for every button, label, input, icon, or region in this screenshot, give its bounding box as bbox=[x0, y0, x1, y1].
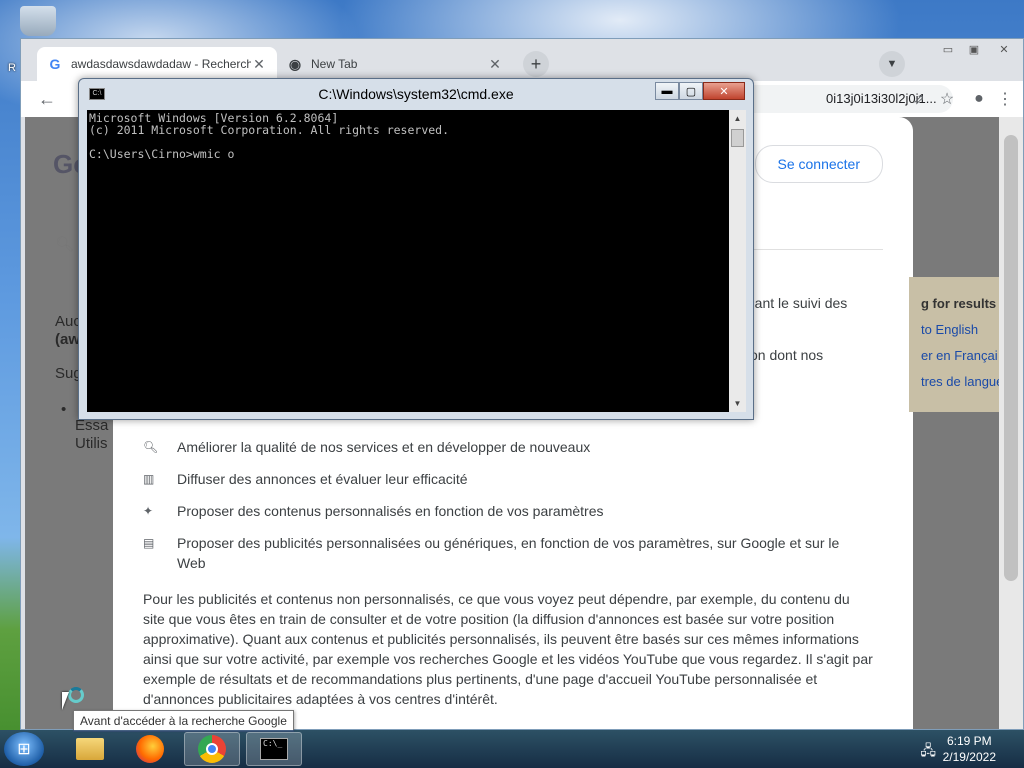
menu-kebab-icon[interactable]: ⋮ bbox=[993, 87, 1017, 111]
cmd-title: C:\Windows\system32\cmd.exe bbox=[318, 86, 514, 102]
share-icon[interactable]: ⇗ bbox=[907, 87, 931, 111]
tab-search-chevron-icon[interactable]: ▼ bbox=[879, 51, 905, 77]
clock-time: 6:19 PM bbox=[946, 734, 992, 748]
cmd-maximize-button[interactable]: ▢ bbox=[679, 82, 703, 100]
side-panel-link[interactable]: to English bbox=[909, 317, 999, 343]
clock-date: 2/19/2022 bbox=[942, 750, 996, 764]
page-scrollbar[interactable] bbox=[999, 117, 1023, 729]
tab-new-tab[interactable]: ◉ New Tab ✕ bbox=[277, 47, 513, 81]
taskbar-cmd[interactable]: C:\_ bbox=[246, 732, 302, 766]
folder-icon bbox=[76, 738, 104, 760]
recycle-bin-icon[interactable] bbox=[20, 6, 56, 36]
firefox-icon bbox=[136, 735, 164, 763]
minimize-button[interactable]: ▭ bbox=[935, 41, 961, 57]
consent-item: ✦ Proposer des contenus personnalisés en… bbox=[143, 501, 883, 521]
taskbar-firefox[interactable] bbox=[122, 732, 178, 766]
profile-icon[interactable]: ● bbox=[967, 87, 991, 111]
tab-close-icon[interactable]: ✕ bbox=[251, 56, 267, 73]
language-side-panel: g for results in to English er en França… bbox=[909, 277, 999, 412]
cmd-scroll-thumb[interactable] bbox=[731, 129, 744, 147]
tab-title: New Tab bbox=[311, 57, 358, 71]
bg-text-line: • bbox=[61, 401, 67, 418]
chrome-icon bbox=[198, 735, 226, 763]
maximize-button[interactable]: ▣ bbox=[961, 41, 987, 57]
cmd-minimize-button[interactable]: ▬ bbox=[655, 82, 679, 100]
bg-text-line: Utilis bbox=[75, 435, 108, 452]
bg-text-line: (aw bbox=[55, 331, 81, 348]
consent-item: ▥ Diffuser des annonces et évaluer leur … bbox=[143, 469, 883, 489]
google-favicon-icon: G bbox=[49, 56, 61, 72]
network-icon[interactable]: 🖧︎ bbox=[920, 740, 936, 764]
start-button[interactable]: ⊞ bbox=[4, 732, 44, 766]
busy-cursor-icon bbox=[68, 687, 84, 703]
tab-google-search[interactable]: G awdasdawsdawdadaw - Recherch ✕ bbox=[37, 47, 277, 81]
bg-text-line: Auc bbox=[55, 313, 81, 330]
tab-strip: G awdasdawsdawdadaw - Recherch ✕ ◉ New T… bbox=[21, 39, 1023, 81]
chart-icon: ▥ bbox=[143, 472, 155, 486]
taskbar: ⊞ C:\_ 🖧︎ 6:19 PM 2/19/2022 bbox=[0, 730, 1024, 768]
mouse-cursor-icon bbox=[62, 692, 69, 710]
side-panel-link[interactable]: tres de langue bbox=[909, 369, 999, 395]
search-icon: 🔍︎ bbox=[143, 440, 159, 454]
cmd-window-controls: ▬ ▢ ✕ bbox=[655, 82, 745, 100]
scroll-up-icon[interactable]: ▲ bbox=[729, 110, 746, 127]
scrollbar-thumb[interactable] bbox=[1004, 135, 1018, 581]
consent-item: ▤ Proposer des publicités personnalisées… bbox=[143, 533, 883, 573]
tab-close-icon[interactable]: ✕ bbox=[487, 56, 503, 73]
cmd-close-button[interactable]: ✕ bbox=[703, 82, 745, 100]
desktop-icon-label: R bbox=[8, 62, 16, 74]
clock[interactable]: 6:19 PM 2/19/2022 bbox=[943, 733, 996, 765]
ad-icon: ▤ bbox=[143, 536, 155, 550]
sign-in-button[interactable]: Se connecter bbox=[754, 145, 883, 183]
cmd-icon: C:\_ bbox=[260, 738, 288, 760]
side-panel-line: g for results in bbox=[921, 296, 999, 311]
bookmark-star-icon[interactable]: ☆ bbox=[935, 87, 959, 111]
consent-paragraph: Pour les publicités et contenus non pers… bbox=[143, 591, 873, 707]
back-arrow-icon[interactable]: ← bbox=[35, 87, 59, 111]
cmd-window: C:\ C:\Windows\system32\cmd.exe ▬ ▢ ✕ Mi… bbox=[78, 78, 754, 420]
new-tab-button[interactable]: + bbox=[523, 51, 549, 77]
cmd-scrollbar[interactable]: ▲ ▼ bbox=[729, 110, 746, 412]
side-panel-link[interactable]: er en Françai bbox=[909, 343, 999, 369]
taskbar-chrome[interactable] bbox=[184, 732, 240, 766]
consent-item: 🔍︎ Améliorer la qualité de nos services … bbox=[143, 437, 883, 457]
tab-title: awdasdawsdawdadaw - Recherch bbox=[71, 57, 251, 71]
consent-item-text: Proposer des contenus personnalisés en f… bbox=[177, 503, 604, 519]
scroll-down-icon[interactable]: ▼ bbox=[729, 395, 746, 412]
search-icon: 🔍︎ bbox=[55, 236, 75, 253]
close-button[interactable]: ✕ bbox=[991, 41, 1017, 57]
consent-item-text: Proposer des publicités personnalisées o… bbox=[177, 535, 840, 571]
console-output[interactable]: Microsoft Windows [Version 6.2.8064] (c)… bbox=[87, 110, 729, 412]
consent-text-partial: çon dont nos bbox=[743, 347, 824, 363]
taskbar-explorer[interactable] bbox=[62, 732, 118, 766]
consent-item-text: Améliorer la qualité de nos services et … bbox=[177, 439, 591, 455]
consent-item-text: Diffuser des annonces et évaluer leur ef… bbox=[177, 471, 468, 487]
tooltip: Avant d'accéder à la recherche Google bbox=[73, 710, 294, 732]
consent-text-partial: tuant le suivi des bbox=[743, 295, 848, 311]
chrome-logo-icon: ◉ bbox=[288, 55, 302, 72]
sparkle-icon: ✦ bbox=[143, 504, 154, 518]
